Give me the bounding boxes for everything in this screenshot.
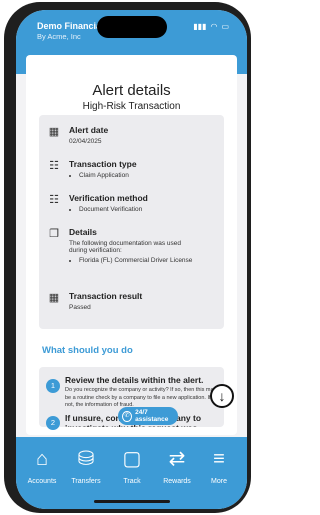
assistance-button[interactable]: ✆ 24/7 assistance (118, 407, 178, 425)
nav-label: Accounts (27, 478, 57, 485)
app-subtitle: By Acme, Inc (37, 32, 81, 41)
field-value: Passed (69, 304, 91, 311)
field-details: ❐ Details The following documentation wa… (47, 227, 199, 266)
step-number: 1 (46, 379, 60, 393)
field-bullet: Florida (FL) Commercial Driver License (79, 257, 199, 264)
nav-label: Rewards (163, 478, 191, 485)
app-name: Demo Financial (37, 21, 104, 31)
nav-label: Track (123, 478, 141, 485)
field-label: Details (69, 227, 97, 237)
download-icon[interactable]: ↓ (210, 384, 234, 408)
screen: Demo Financial By Acme, Inc ▮▮▮ ◠ ▭ × Al… (16, 10, 247, 509)
nav-label: More (211, 478, 227, 485)
whatsapp-icon: ✆ (122, 410, 133, 422)
nav-item-transfers[interactable]: ⛁ Transfers (66, 445, 106, 485)
field-bullet: Claim Application (79, 172, 137, 179)
menu-icon: ≡ (213, 448, 225, 470)
alert-card: × Alert details High-Risk Transaction ▦ … (26, 55, 237, 435)
transfers-icon: ⛁ (77, 448, 95, 470)
nav-item-more[interactable]: ≡ More (199, 445, 239, 485)
list-icon: ☷ (49, 160, 59, 172)
assistance-label: 24/7 assistance (135, 409, 169, 423)
details-panel: ▦ Alert date 02/04/2025 ☷ Transaction ty… (39, 115, 224, 329)
nav-item-accounts[interactable]: ⌂ Accounts (22, 445, 62, 485)
battery-icon: ▭ (221, 22, 229, 31)
close-icon[interactable]: × (213, 57, 229, 73)
calendar-icon: ▦ (48, 126, 60, 138)
field-label: Verification method (69, 193, 148, 203)
field-label: Transaction type (69, 159, 137, 169)
dynamic-island (97, 16, 167, 38)
home-icon: ⌂ (35, 448, 49, 470)
nav-item-rewards[interactable]: ⇄ Rewards (157, 445, 197, 485)
field-verification-method: ☷ Verification method Document Verificat… (47, 193, 148, 215)
page-subtitle: High-Risk Transaction (82, 101, 181, 112)
section-heading: What should you do (42, 345, 133, 356)
calendar-icon: ▦ (48, 292, 60, 304)
bottom-nav: ⌂ Accounts ⛁ Transfers ▢ Track ⇄ Rewards… (16, 437, 247, 509)
wifi-icon: ◠ (210, 22, 218, 31)
list-icon: ☷ (49, 194, 59, 206)
nav-label: Transfers (71, 478, 101, 485)
book-icon: ❐ (49, 228, 59, 240)
rewards-icon: ⇄ (168, 448, 186, 470)
step-title: Review the details within the alert. (65, 375, 204, 385)
field-value: The following documentation was used dur… (69, 240, 182, 254)
page-title: Alert details (92, 82, 171, 99)
chat-icon: ▢ (122, 448, 142, 470)
field-alert-date: ▦ Alert date 02/04/2025 (47, 125, 108, 145)
nav-item-track[interactable]: ▢ Track (112, 445, 152, 485)
status-icons: ▮▮▮ ◠ ▭ (193, 23, 229, 31)
field-label: Alert date (69, 125, 109, 135)
field-value: 02/04/2025 (69, 138, 102, 145)
field-label: Transaction result (69, 291, 143, 301)
field-transaction-type: ☷ Transaction type Claim Application (47, 159, 137, 181)
field-bullet: Document Verification (79, 206, 148, 213)
home-indicator (94, 500, 170, 503)
signal-icon: ▮▮▮ (193, 22, 207, 31)
step-number: 2 (46, 416, 60, 430)
field-transaction-result: ▦ Transaction result Passed (47, 291, 142, 311)
phone-frame: Demo Financial By Acme, Inc ▮▮▮ ◠ ▭ × Al… (4, 2, 251, 513)
